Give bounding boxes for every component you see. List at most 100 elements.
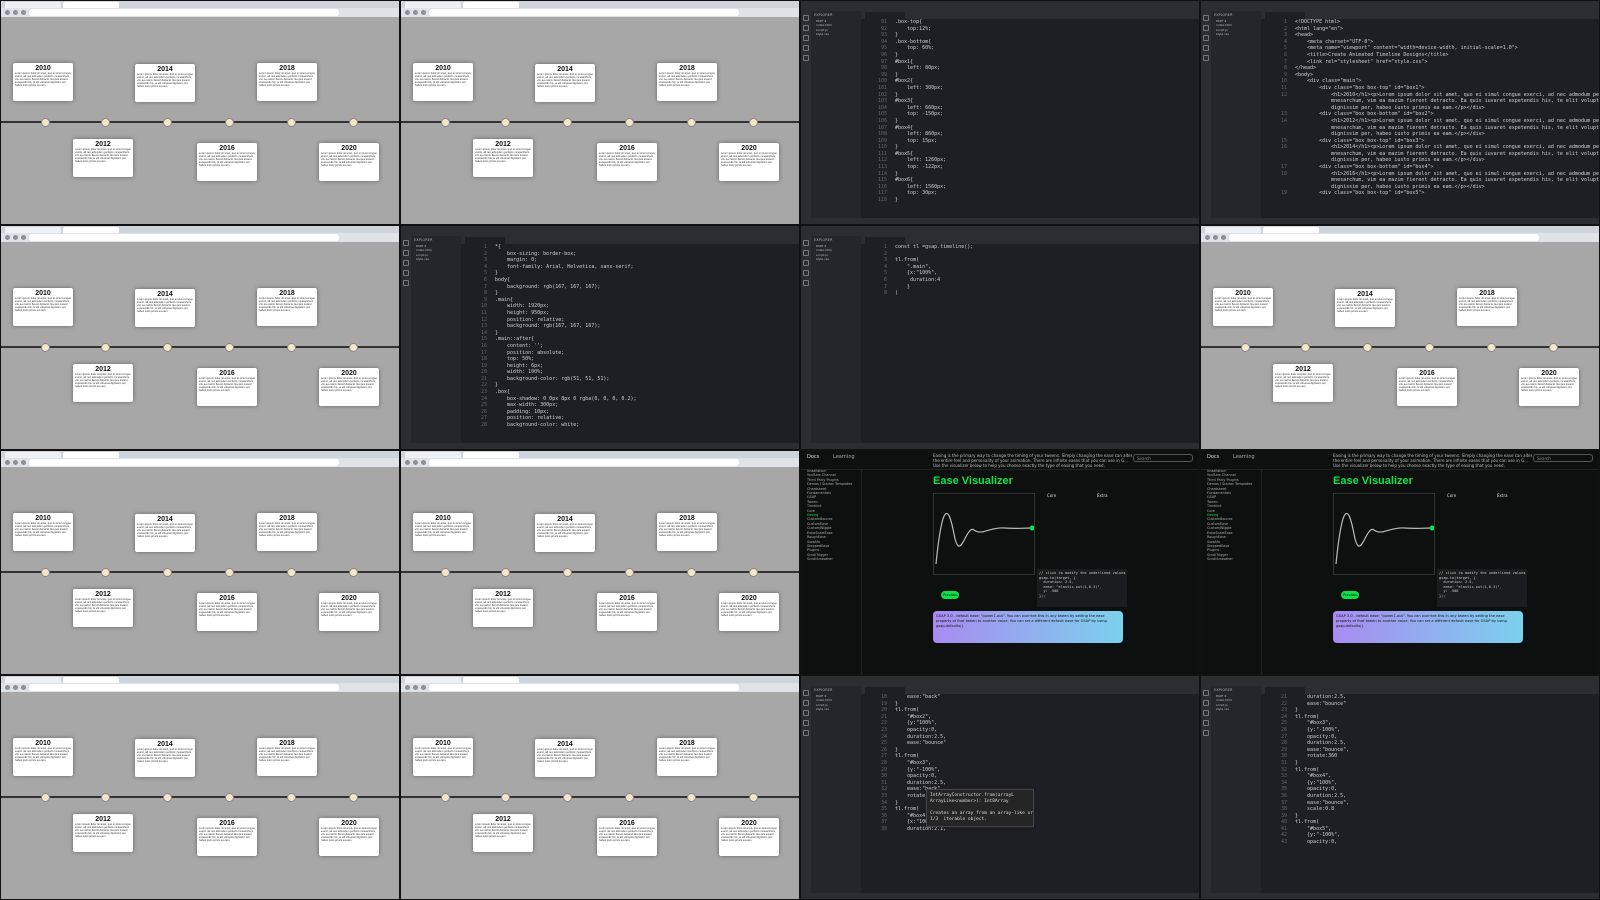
code-area[interactable]: 21 duration:2.5, 22 ease:"bounce" 23} 24 tl.… xyxy=(1261,694,1599,893)
nav-docs[interactable]: Docs xyxy=(1207,454,1219,460)
run-icon[interactable] xyxy=(803,45,809,51)
address-bar[interactable] xyxy=(29,684,339,691)
editor-tab-active[interactable] xyxy=(1265,12,1305,19)
browser-tab[interactable] xyxy=(5,677,61,683)
forward-icon[interactable] xyxy=(1213,235,1218,240)
browser-tab-active[interactable] xyxy=(463,677,519,683)
nav-docs[interactable]: Docs xyxy=(807,454,819,460)
reload-icon[interactable] xyxy=(21,10,26,15)
address-bar[interactable] xyxy=(29,9,339,16)
back-icon[interactable] xyxy=(405,460,410,465)
address-bar[interactable] xyxy=(429,459,739,466)
back-icon[interactable] xyxy=(405,10,410,15)
source-control-icon[interactable] xyxy=(1203,710,1209,716)
source-control-icon[interactable] xyxy=(803,710,809,716)
explorer-item[interactable]: style.css xyxy=(1211,707,1261,711)
editor-tab-active[interactable] xyxy=(865,687,905,694)
browser-tab-active[interactable] xyxy=(63,2,119,8)
browser-tab[interactable] xyxy=(1205,227,1261,233)
editor-tab-active[interactable] xyxy=(865,12,905,19)
code-area[interactable]: 1 *{2 box-sizing: border-box; 3 margin: 0;… xyxy=(461,244,799,443)
forward-icon[interactable] xyxy=(13,235,18,240)
browser-tab[interactable] xyxy=(405,677,461,683)
code-area[interactable]: 1 <!DOCTYPE html> 2 <html lang="en"> 3 <head>… xyxy=(1261,19,1599,218)
sidebar-item[interactable]: ScrollSmoother xyxy=(801,557,861,561)
run-icon[interactable] xyxy=(1203,720,1209,726)
code-area[interactable]: 91 .box-top{92 top:12%; 93} 94 .box-bottom{9… xyxy=(861,19,1199,218)
search-input[interactable]: Search xyxy=(1133,454,1193,462)
explorer-item[interactable]: style.css xyxy=(811,707,861,711)
editor-tab-active[interactable] xyxy=(865,237,905,244)
back-icon[interactable] xyxy=(1205,235,1210,240)
forward-icon[interactable] xyxy=(413,460,418,465)
browser-tab[interactable] xyxy=(5,452,61,458)
preview-button[interactable]: Preview xyxy=(941,591,959,599)
reload-icon[interactable] xyxy=(21,235,26,240)
explorer-item[interactable]: style.css xyxy=(1211,32,1261,36)
search-icon[interactable] xyxy=(1203,700,1209,706)
browser-tab[interactable] xyxy=(405,2,461,8)
source-control-icon[interactable] xyxy=(403,260,409,266)
files-icon[interactable] xyxy=(403,240,409,246)
browser-tab-active[interactable] xyxy=(63,677,119,683)
files-icon[interactable] xyxy=(1203,690,1209,696)
explorer-item[interactable]: style.css xyxy=(811,257,861,261)
sidebar-item[interactable]: Demos / Starter Templates xyxy=(1201,482,1261,486)
forward-icon[interactable] xyxy=(413,685,418,690)
search-icon[interactable] xyxy=(403,250,409,256)
sidebar-item[interactable]: Demos / Starter Templates xyxy=(801,482,861,486)
files-icon[interactable] xyxy=(803,240,809,246)
ease-end-handle[interactable] xyxy=(1029,525,1035,531)
extensions-icon[interactable] xyxy=(403,280,409,286)
browser-tab-active[interactable] xyxy=(63,227,119,233)
extensions-icon[interactable] xyxy=(803,730,809,736)
run-icon[interactable] xyxy=(1203,45,1209,51)
reload-icon[interactable] xyxy=(421,10,426,15)
back-icon[interactable] xyxy=(405,685,410,690)
forward-icon[interactable] xyxy=(13,685,18,690)
address-bar[interactable] xyxy=(1229,234,1539,241)
code-area[interactable]: 1 const tl =gsap.timeline(); 2 3 tl.from(4 "… xyxy=(861,244,1199,443)
sidebar-item[interactable]: ScrollSmoother xyxy=(1201,557,1261,561)
source-control-icon[interactable] xyxy=(1203,35,1209,41)
run-icon[interactable] xyxy=(803,720,809,726)
search-icon[interactable] xyxy=(803,250,809,256)
extensions-icon[interactable] xyxy=(803,55,809,61)
run-icon[interactable] xyxy=(403,270,409,276)
search-input[interactable]: Search xyxy=(1533,454,1593,462)
search-icon[interactable] xyxy=(803,25,809,31)
preview-button[interactable]: Preview xyxy=(1341,591,1359,599)
back-icon[interactable] xyxy=(5,685,10,690)
source-control-icon[interactable] xyxy=(803,35,809,41)
address-bar[interactable] xyxy=(29,234,339,241)
browser-tab-active[interactable] xyxy=(63,452,119,458)
back-icon[interactable] xyxy=(5,460,10,465)
browser-tab[interactable] xyxy=(405,452,461,458)
explorer-item[interactable]: style.css xyxy=(411,257,461,261)
reload-icon[interactable] xyxy=(421,685,426,690)
address-bar[interactable] xyxy=(429,9,739,16)
forward-icon[interactable] xyxy=(13,10,18,15)
browser-tab-active[interactable] xyxy=(463,452,519,458)
source-control-icon[interactable] xyxy=(803,260,809,266)
editor-tab-active[interactable] xyxy=(465,237,505,244)
ease-end-handle[interactable] xyxy=(1429,525,1435,531)
address-bar[interactable] xyxy=(429,684,739,691)
browser-tab-active[interactable] xyxy=(1263,227,1319,233)
ease-graph[interactable] xyxy=(933,493,1035,575)
search-icon[interactable] xyxy=(803,700,809,706)
run-icon[interactable] xyxy=(803,270,809,276)
extensions-icon[interactable] xyxy=(803,280,809,286)
reload-icon[interactable] xyxy=(1221,235,1226,240)
address-bar[interactable] xyxy=(29,459,339,466)
back-icon[interactable] xyxy=(5,235,10,240)
reload-icon[interactable] xyxy=(21,685,26,690)
search-icon[interactable] xyxy=(1203,25,1209,31)
browser-tab[interactable] xyxy=(5,2,61,8)
explorer-item[interactable]: style.css xyxy=(811,32,861,36)
forward-icon[interactable] xyxy=(413,10,418,15)
ease-graph[interactable] xyxy=(1333,493,1435,575)
reload-icon[interactable] xyxy=(421,460,426,465)
browser-tab[interactable] xyxy=(5,227,61,233)
files-icon[interactable] xyxy=(803,15,809,21)
